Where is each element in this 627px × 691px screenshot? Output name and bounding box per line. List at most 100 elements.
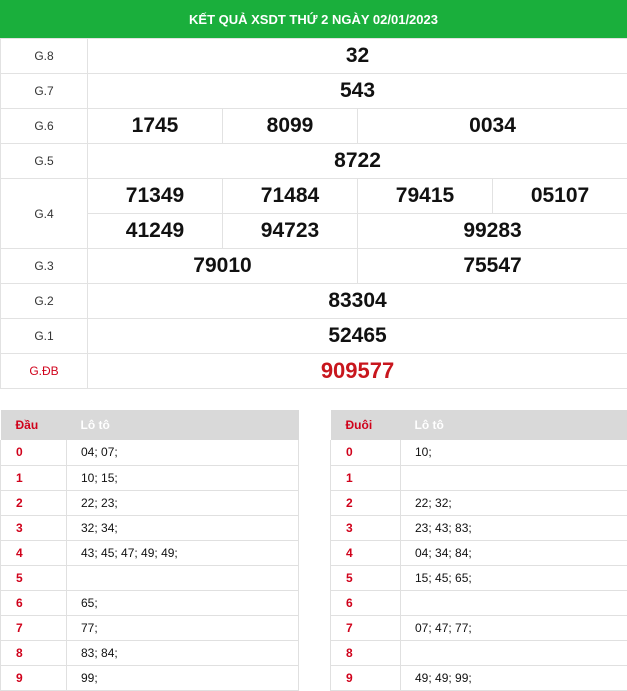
row-loto	[401, 465, 627, 490]
table-row: 8	[331, 640, 627, 665]
prize-label: G.4	[1, 179, 88, 249]
prize-row-g4: G.4 71349 71484 79415 05107	[1, 179, 627, 214]
row-loto: 99;	[67, 665, 299, 690]
special-prize-number: 909577	[88, 354, 627, 389]
row-key: 2	[331, 490, 401, 515]
prize-row-g4-2: 41249 94723 99283	[1, 214, 627, 249]
table-row: 1	[331, 465, 627, 490]
table-row: 110; 15;	[1, 465, 299, 490]
results-title: KẾT QUẢ XSDT THỨ 2 NGÀY 02/01/2023	[0, 0, 627, 38]
prize-label: G.5	[1, 144, 88, 179]
row-key: 0	[331, 440, 401, 465]
row-key: 4	[331, 540, 401, 565]
prize-label: G.1	[1, 319, 88, 354]
row-loto: 65;	[67, 590, 299, 615]
prize-label: G.2	[1, 284, 88, 319]
prize-row-g1: G.1 52465	[1, 319, 627, 354]
duoi-table: Đuôi Lô tô 010;1222; 32;323; 43; 83;404;…	[330, 410, 627, 691]
prize-number: 32	[88, 39, 627, 74]
table-row: 404; 34; 84;	[331, 540, 627, 565]
table-row: 515; 45; 65;	[331, 565, 627, 590]
row-loto: 32; 34;	[67, 515, 299, 540]
row-loto	[401, 590, 627, 615]
row-loto: 22; 32;	[401, 490, 627, 515]
row-loto: 83; 84;	[67, 640, 299, 665]
row-key: 7	[331, 615, 401, 640]
prize-row-g3: G.3 79010 75547	[1, 249, 627, 284]
prize-row-g6: G.6 1745 8099 0034	[1, 109, 627, 144]
table-row: 707; 47; 77;	[331, 615, 627, 640]
duoi-header: Đuôi	[331, 410, 401, 440]
prize-label: G.ĐB	[1, 354, 88, 389]
row-key: 4	[1, 540, 67, 565]
table-row: 443; 45; 47; 49; 49;	[1, 540, 299, 565]
table-row: 883; 84;	[1, 640, 299, 665]
prize-number: 99283	[358, 214, 627, 249]
prize-number: 8099	[223, 109, 358, 144]
dau-table: Đầu Lô tô 004; 07;110; 15;222; 23;332; 3…	[0, 410, 299, 691]
row-key: 1	[331, 465, 401, 490]
row-key: 0	[1, 440, 67, 465]
prize-number: 543	[88, 74, 627, 109]
row-loto: 04; 34; 84;	[401, 540, 627, 565]
prize-row-gdb: G.ĐB 909577	[1, 354, 627, 389]
row-loto: 10; 15;	[67, 465, 299, 490]
prize-number: 71484	[223, 179, 358, 214]
table-row: 332; 34;	[1, 515, 299, 540]
table-row: 323; 43; 83;	[331, 515, 627, 540]
prize-row-g2: G.2 83304	[1, 284, 627, 319]
prize-label: G.6	[1, 109, 88, 144]
prize-number: 41249	[88, 214, 223, 249]
loto-header: Lô tô	[67, 410, 299, 440]
row-loto: 77;	[67, 615, 299, 640]
row-key: 8	[1, 640, 67, 665]
row-key: 1	[1, 465, 67, 490]
row-key: 3	[1, 515, 67, 540]
row-key: 3	[331, 515, 401, 540]
row-key: 6	[331, 590, 401, 615]
table-row: 5	[1, 565, 299, 590]
prize-row-g7: G.7 543	[1, 74, 627, 109]
prize-label: G.8	[1, 39, 88, 74]
prize-number: 83304	[88, 284, 627, 319]
row-key: 2	[1, 490, 67, 515]
row-key: 5	[1, 565, 67, 590]
table-row: 949; 49; 99;	[331, 665, 627, 690]
table-row: 665;	[1, 590, 299, 615]
prize-number: 0034	[358, 109, 627, 144]
dau-header: Đầu	[1, 410, 67, 440]
table-row: 222; 23;	[1, 490, 299, 515]
row-loto: 23; 43; 83;	[401, 515, 627, 540]
row-loto	[401, 640, 627, 665]
loto-header: Lô tô	[401, 410, 627, 440]
row-key: 5	[331, 565, 401, 590]
prize-number: 05107	[493, 179, 627, 214]
table-row: 777;	[1, 615, 299, 640]
row-key: 9	[1, 665, 67, 690]
row-key: 9	[331, 665, 401, 690]
row-loto: 15; 45; 65;	[401, 565, 627, 590]
table-row: 999;	[1, 665, 299, 690]
prize-number: 71349	[88, 179, 223, 214]
table-row: 6	[331, 590, 627, 615]
row-loto	[67, 565, 299, 590]
prize-row-g8: G.8 32	[1, 39, 627, 74]
prize-number: 94723	[223, 214, 358, 249]
results-table: G.8 32 G.7 543 G.6 1745 8099 0034 G.5 87…	[0, 38, 627, 389]
table-row: 010;	[331, 440, 627, 465]
prize-number: 1745	[88, 109, 223, 144]
prize-label: G.3	[1, 249, 88, 284]
table-row: 222; 32;	[331, 490, 627, 515]
row-key: 8	[331, 640, 401, 665]
row-key: 6	[1, 590, 67, 615]
row-loto: 07; 47; 77;	[401, 615, 627, 640]
table-row: 004; 07;	[1, 440, 299, 465]
prize-number: 79415	[358, 179, 493, 214]
row-key: 7	[1, 615, 67, 640]
prize-number: 52465	[88, 319, 627, 354]
prize-number: 8722	[88, 144, 627, 179]
prize-number: 75547	[358, 249, 627, 284]
row-loto: 43; 45; 47; 49; 49;	[67, 540, 299, 565]
row-loto: 04; 07;	[67, 440, 299, 465]
prize-row-g5: G.5 8722	[1, 144, 627, 179]
